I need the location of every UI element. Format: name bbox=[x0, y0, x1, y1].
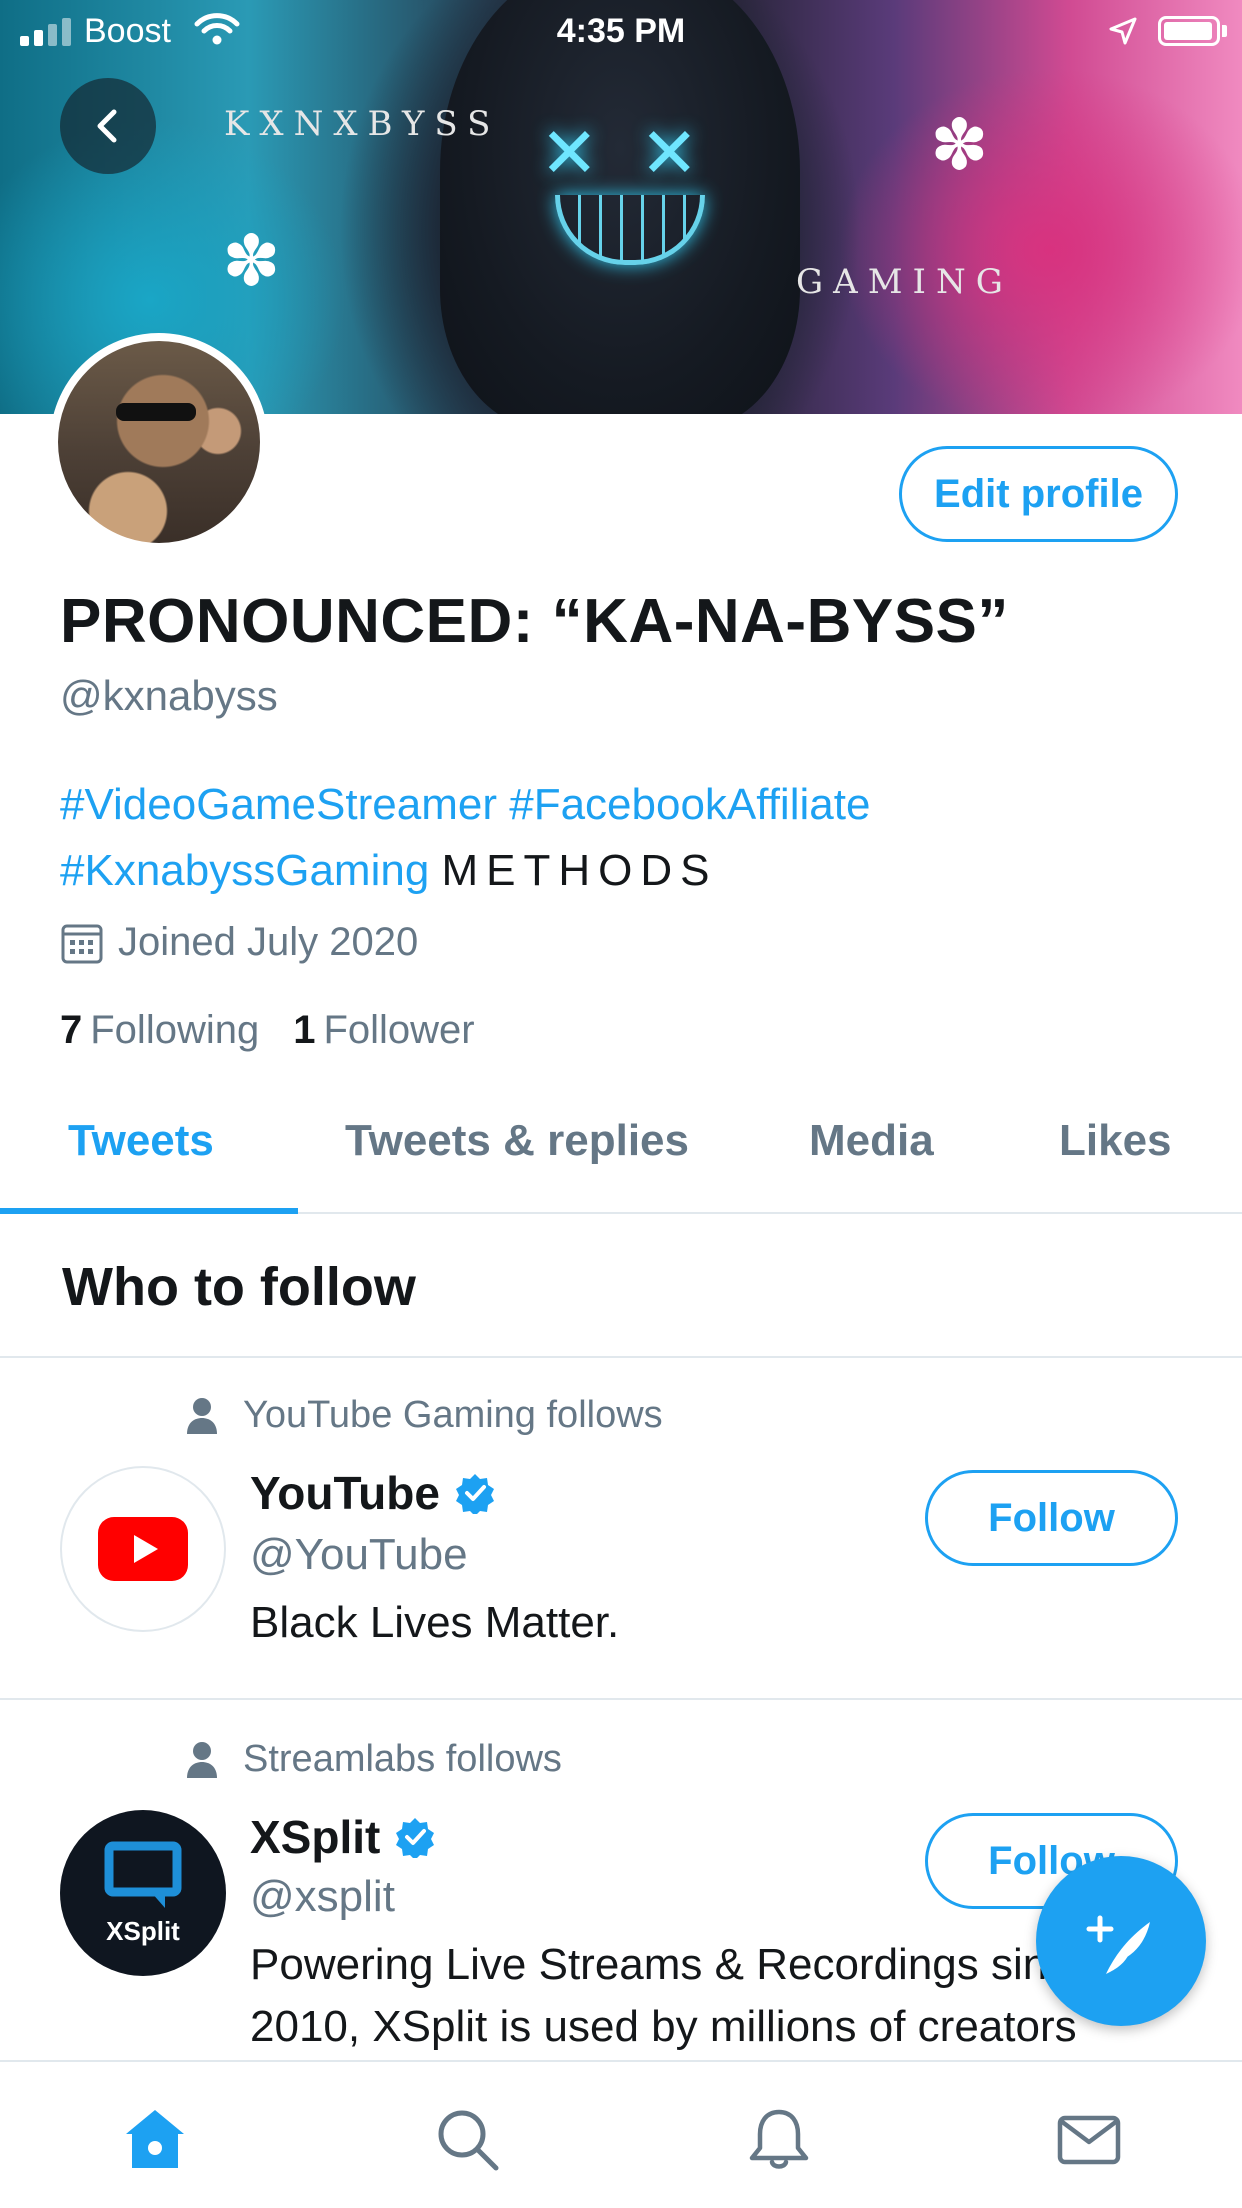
youtube-logo-icon bbox=[98, 1517, 188, 1581]
suggestion-name[interactable]: XSplit bbox=[250, 1810, 436, 1864]
followers-link[interactable]: 1 Follower bbox=[293, 1008, 474, 1053]
messages-mail-icon[interactable] bbox=[1056, 2106, 1122, 2172]
social-context: Streamlabs follows bbox=[185, 1738, 562, 1781]
leaf-icon: ✽ bbox=[222, 222, 281, 300]
hashtag-link[interactable]: #VideoGameStreamer bbox=[60, 780, 497, 829]
profile-handle: @kxnabyss bbox=[60, 672, 278, 719]
xsplit-logo-icon bbox=[104, 1841, 182, 1908]
profile-avatar[interactable] bbox=[50, 333, 268, 551]
leaf-icon: ✽ bbox=[930, 106, 989, 184]
battery-tip bbox=[1222, 25, 1227, 37]
banner-text-top: KXNXBYSS bbox=[224, 104, 501, 144]
suggestion-name[interactable]: YouTube bbox=[250, 1466, 496, 1520]
profile-name: PRONOUNCED: “KA-NA-BYSS” bbox=[60, 587, 1009, 656]
following-count: 7 bbox=[60, 1008, 83, 1052]
xsplit-avatar[interactable]: XSplit bbox=[60, 1810, 226, 1976]
person-icon bbox=[187, 1741, 217, 1778]
hashtag-link[interactable]: #FacebookAffiliate bbox=[509, 780, 870, 829]
chevron-left-icon bbox=[97, 109, 117, 143]
suggestion-handle: @xsplit bbox=[250, 1872, 395, 1921]
youtube-avatar[interactable] bbox=[60, 1466, 226, 1632]
bio-text: METHODS bbox=[441, 846, 718, 895]
suggestion-name-label: XSplit bbox=[250, 1811, 381, 1863]
joined-label: Joined July 2020 bbox=[118, 920, 419, 964]
suggestion-handle: @YouTube bbox=[250, 1530, 468, 1579]
followers-count: 1 bbox=[293, 1008, 316, 1052]
compose-tweet-button[interactable] bbox=[1036, 1856, 1206, 2026]
mask-eye-right: ✕ bbox=[640, 112, 699, 194]
location-arrow-icon bbox=[1109, 17, 1137, 45]
profile-tabs: Tweets Tweets & replies Media Likes bbox=[0, 1102, 1242, 1214]
tab-tweets[interactable]: Tweets bbox=[68, 1116, 214, 1166]
status-bar: Boost 4:35 PM bbox=[0, 0, 1242, 60]
suggestion-name-label: YouTube bbox=[250, 1467, 440, 1519]
back-button[interactable] bbox=[60, 78, 156, 174]
social-context: YouTube Gaming follows bbox=[185, 1394, 663, 1437]
followers-label: Follower bbox=[323, 1008, 475, 1052]
follow-counts: 7 Following 1 Follower bbox=[60, 1008, 475, 1053]
search-icon[interactable] bbox=[434, 2106, 500, 2172]
xsplit-logo-text: XSplit bbox=[106, 1915, 180, 1946]
tab-tweets-replies[interactable]: Tweets & replies bbox=[345, 1116, 689, 1166]
joined-date: Joined July 2020 bbox=[60, 920, 418, 965]
mask-eye-left: ✕ bbox=[540, 112, 599, 194]
avatar-glasses bbox=[116, 403, 196, 421]
tab-likes[interactable]: Likes bbox=[1059, 1116, 1172, 1166]
bottom-nav bbox=[0, 2060, 1242, 2208]
hashtag-link[interactable]: #KxnabyssGaming bbox=[60, 846, 429, 895]
calendar-icon bbox=[61, 924, 103, 963]
battery-icon bbox=[1158, 16, 1220, 46]
home-icon[interactable] bbox=[122, 2106, 188, 2172]
compose-feather-icon bbox=[1086, 1915, 1150, 1974]
edit-profile-button[interactable]: Edit profile bbox=[899, 446, 1178, 542]
person-icon bbox=[187, 1397, 217, 1434]
divider bbox=[0, 1698, 1242, 1700]
banner-text-bottom: GAMING bbox=[796, 262, 1013, 302]
tab-media[interactable]: Media bbox=[809, 1116, 934, 1166]
following-link[interactable]: 7 Following bbox=[60, 1008, 259, 1053]
divider bbox=[0, 1356, 1242, 1358]
suggestion-bio-line: 2010, XSplit is used by millions of crea… bbox=[250, 2002, 1077, 2051]
notifications-bell-icon[interactable] bbox=[746, 2106, 812, 2172]
social-context-label: YouTube Gaming follows bbox=[243, 1394, 663, 1436]
who-to-follow-heading: Who to follow bbox=[62, 1257, 416, 1317]
verified-badge-icon bbox=[455, 1474, 494, 1514]
verified-badge-icon bbox=[396, 1818, 435, 1858]
active-tab-indicator bbox=[0, 1208, 298, 1214]
profile-bio: #VideoGameStreamer #FacebookAffiliate #K… bbox=[60, 772, 1190, 904]
status-time: 4:35 PM bbox=[556, 12, 686, 50]
suggestion-bio: Black Lives Matter. bbox=[250, 1598, 620, 1647]
social-context-label: Streamlabs follows bbox=[243, 1738, 562, 1780]
following-label: Following bbox=[90, 1008, 260, 1052]
follow-button[interactable]: Follow bbox=[925, 1470, 1178, 1566]
